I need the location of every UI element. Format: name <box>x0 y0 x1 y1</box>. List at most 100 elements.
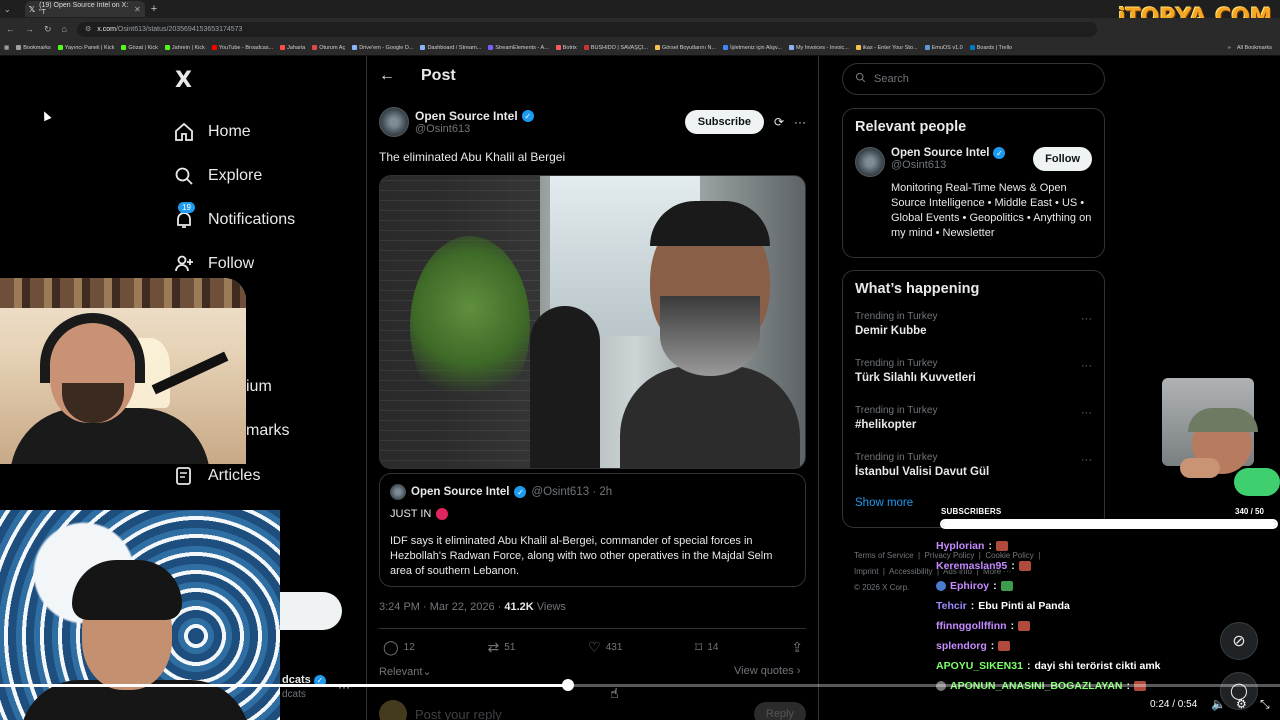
follow-button[interactable]: Follow <box>1033 147 1092 171</box>
bookmark-item[interactable]: Boards | Trello <box>969 45 1012 51</box>
bookmark-label: StreamElements - A... <box>495 44 549 51</box>
trend-item[interactable]: Trending in Turkey Demir Kubbe ··· <box>843 303 1104 350</box>
forward-icon[interactable]: → <box>25 24 34 34</box>
chat-message: APOYU_SIKEN31: dayi shi terörist cikti am… <box>936 656 1216 676</box>
trend-context: Trending in Turkey <box>855 358 938 369</box>
footer-accessibility[interactable]: Accessibility <box>889 567 933 576</box>
more-icon[interactable]: ··· <box>794 115 806 129</box>
bookmark-item[interactable]: Görsel Boyutlarını N... <box>654 45 716 51</box>
reload-icon[interactable]: ↻ <box>44 24 52 35</box>
volume-icon[interactable]: 🔈 <box>1211 697 1226 711</box>
quoted-post[interactable]: Open Source Intel ✓ @Osint613 · 2h JUST … <box>379 473 806 587</box>
more-icon[interactable]: ··· <box>1081 407 1092 419</box>
relevant-person[interactable]: Open Source Intel ✓ @Osint613 Follow <box>843 135 1104 177</box>
home-browser-icon[interactable]: ⌂ <box>62 24 67 34</box>
footer-imprint[interactable]: Imprint <box>854 567 878 576</box>
avatar[interactable] <box>379 107 409 137</box>
search-input[interactable]: Search <box>842 63 1105 95</box>
bookmark-item[interactable]: Gözat | Kick <box>121 45 158 51</box>
more-icon[interactable]: ··· <box>1081 454 1092 466</box>
nav-explore[interactable]: Explore <box>174 154 295 198</box>
bookmark-item[interactable]: StreamElements - A... <box>488 45 549 51</box>
site-info-icon[interactable]: ⚙ <box>85 25 91 33</box>
bookmark-item[interactable]: Oturum Aç <box>312 45 345 51</box>
back-icon[interactable]: ← <box>6 24 15 34</box>
footer-terms[interactable]: Terms of Service <box>854 551 914 560</box>
subscribe-button[interactable]: Subscribe <box>684 110 764 134</box>
more-icon[interactable]: ··· <box>1081 360 1092 372</box>
bookmark-item[interactable]: Bookmarks <box>16 45 51 51</box>
chat-username[interactable]: APOYU_SIKEN31 <box>936 656 1023 676</box>
trend-item[interactable]: Trending in Turkey #helikopter ··· <box>843 397 1104 444</box>
trend-item[interactable]: Trending in Turkey İstanbul Valisi Davut… <box>843 444 1104 491</box>
bookmark-item[interactable]: Botrix <box>555 44 577 51</box>
apps-icon[interactable]: ▦ <box>4 45 9 51</box>
nav-notifications[interactable]: 19 Notifications <box>174 198 295 242</box>
video-progress-knob[interactable] <box>562 679 575 691</box>
nav-home[interactable]: Home <box>174 110 295 154</box>
author-handle[interactable]: @Osint613 <box>415 123 534 135</box>
bookmark-item[interactable]: Drive'em - Google D... <box>352 45 413 51</box>
fullscreen-icon[interactable]: ⤡ <box>1260 697 1270 712</box>
chat-username[interactable]: splendorg <box>936 636 987 656</box>
home-icon <box>174 122 194 142</box>
sort-replies[interactable]: Relevant⌄ <box>379 665 432 678</box>
chat-username[interactable]: ffinnggollffinn <box>936 616 1007 636</box>
bookmark-item[interactable]: Yayıncı Paneli | Kick <box>57 45 114 51</box>
bookmark-label: BUSHIDO | SAVAŞÇI... <box>590 44 648 51</box>
repost-action[interactable]: ⇄ 51 <box>488 639 516 656</box>
chat-username[interactable]: Tehcir <box>936 596 967 616</box>
bookmark-item[interactable]: ikas - Enter Your Sto... <box>855 45 918 51</box>
tab-list-icon[interactable]: ⌄ <box>4 5 11 14</box>
x-logo[interactable]: X <box>175 68 192 93</box>
bookmark-item[interactable]: EmuOS v1.0 <box>924 45 963 51</box>
bookmark-item[interactable]: Dashboard / Stream... <box>420 45 481 51</box>
nav-bookmarks-partial[interactable]: marks <box>246 422 290 440</box>
browser-tab[interactable]: 𝕏 (19) Open Source Intel on X: "T ✕ <box>24 1 145 17</box>
grok-icon[interactable]: ⟳ <box>774 115 784 129</box>
post-image[interactable] <box>379 175 806 469</box>
video-progress-bar[interactable] <box>0 684 1280 687</box>
quote-verified-icon: ✓ <box>514 486 527 498</box>
browser-tabbar: ⌄ 𝕏 (19) Open Source Intel on X: "T ✕ + <box>0 0 1280 18</box>
bookmark-action[interactable]: ⌑ 14 <box>695 639 718 656</box>
view-quotes-link[interactable]: View quotes › <box>734 665 800 677</box>
subs-label: SUBSCRIBERS <box>941 507 1002 516</box>
settings-gear-icon[interactable]: ⚙ <box>1236 697 1247 711</box>
bookmark-item[interactable]: My Invoices - Invoic... <box>788 45 849 51</box>
timestamp-text[interactable]: 3:24 PM · Mar 22, 2026 · <box>379 601 501 613</box>
reply-button[interactable]: Reply <box>753 702 806 720</box>
nav-premium-partial[interactable]: ium <box>246 378 272 396</box>
new-tab-button[interactable]: + <box>151 3 157 15</box>
chat-username[interactable]: Keremaslan95 <box>936 556 1007 576</box>
more-icon[interactable]: ··· <box>1081 313 1092 325</box>
trend-item[interactable]: Trending in Turkey Türk Silahlı Kuvvetle… <box>843 350 1104 397</box>
reply-action[interactable]: ◯ 12 <box>383 639 415 656</box>
account-more-icon[interactable]: ··· <box>338 680 350 694</box>
divider <box>379 628 806 629</box>
back-arrow-icon[interactable]: ← <box>379 67 395 85</box>
reply-input[interactable]: Post your reply <box>415 707 502 720</box>
bookmark-item[interactable]: İşletmeniz için Alışv... <box>723 45 782 51</box>
chat-username[interactable]: Ephiroy <box>950 576 989 596</box>
bookmark-label: Botrix <box>562 44 577 51</box>
bookmark-favicon-icon <box>57 45 63 50</box>
bookmark-item[interactable]: YouTube - Broadcas... <box>211 45 273 51</box>
bookmark-item[interactable]: Jahrein | Kick <box>164 45 205 51</box>
more-bookmarks-icon[interactable]: » <box>1228 45 1231 51</box>
chat-username[interactable]: Hyplorian <box>936 536 984 556</box>
avatar[interactable] <box>855 147 885 177</box>
bookmark-label: Dashboard / Stream... <box>427 44 482 51</box>
tab-close-icon[interactable]: ✕ <box>134 5 141 14</box>
author-name[interactable]: Open Source Intel <box>415 109 518 123</box>
bookmark-item[interactable]: BUSHIDO | SAVAŞÇI... <box>583 44 648 51</box>
rp-handle[interactable]: @Osint613 <box>891 159 1005 171</box>
like-action[interactable]: ♡ 431 <box>588 639 622 656</box>
tab-title: (19) Open Source Intel on X: "T <box>39 2 129 16</box>
all-bookmarks[interactable]: All Bookmarks <box>1237 45 1272 51</box>
grok-fab-button[interactable]: ⊘ <box>1220 622 1258 660</box>
address-bar[interactable]: ⚙ x.com/Osint613/status/2035694153653174… <box>76 21 1097 37</box>
bookmark-item[interactable]: Jaharia <box>280 45 305 51</box>
share-action[interactable]: ⇪ <box>791 639 803 656</box>
rp-name[interactable]: Open Source Intel <box>891 147 989 159</box>
